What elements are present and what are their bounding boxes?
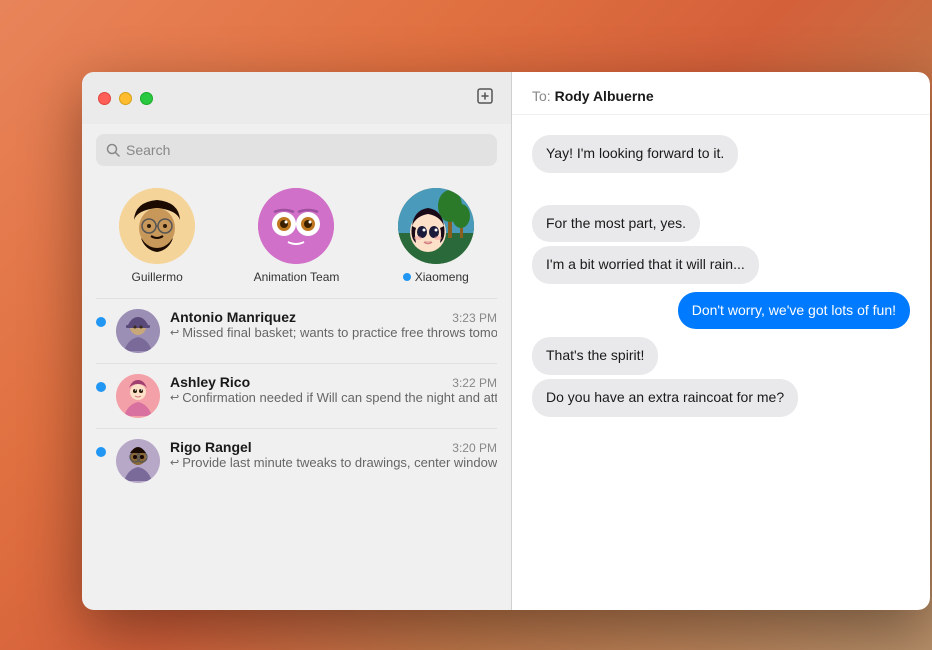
online-indicator-xiaomeng	[403, 273, 411, 281]
xiaomeng-avatar-image	[398, 188, 474, 264]
bubble-group-received-2: That's the spirit! Do you have an extra …	[532, 337, 910, 416]
bubble-5: That's the spirit!	[532, 337, 658, 375]
msg-header-ashley: Ashley Rico 3:22 PM	[170, 374, 497, 390]
bubble-2: For the most part, yes.	[532, 205, 700, 243]
search-icon	[106, 143, 120, 157]
pinned-contact-guillermo[interactable]: Guillermo	[119, 188, 195, 284]
msg-content-rigo: Rigo Rangel 3:20 PM ↩ Provide last minut…	[170, 439, 497, 470]
avatar-animation-team	[258, 188, 334, 264]
unread-indicator-antonio	[96, 317, 106, 327]
conversation-list-panel: Search	[82, 72, 512, 610]
bubble-3: I'm a bit worried that it will rain...	[532, 246, 759, 284]
msg-header-antonio: Antonio Manriquez 3:23 PM	[170, 309, 497, 325]
msg-content-ashley: Ashley Rico 3:22 PM ↩ Confirmation neede…	[170, 374, 497, 405]
pinned-name-xiaomeng: Xiaomeng	[403, 270, 469, 284]
search-bar[interactable]: Search	[96, 134, 497, 166]
to-label: To:	[532, 88, 551, 104]
pinned-name-animation-team: Animation Team	[254, 270, 340, 284]
pinned-contact-animation-team[interactable]: Animation Team	[254, 188, 340, 284]
preview-icon-ashley: ↩	[170, 391, 179, 404]
msg-name-antonio: Antonio Manriquez	[170, 309, 296, 325]
maximize-button[interactable]	[140, 92, 153, 105]
avatar-guillermo	[119, 188, 195, 264]
message-item-antonio[interactable]: Antonio Manriquez 3:23 PM ↩ Missed final…	[82, 299, 511, 363]
bubble-1: Yay! I'm looking forward to it.	[532, 135, 738, 173]
preview-icon-antonio: ↩	[170, 326, 179, 339]
msg-content-antonio: Antonio Manriquez 3:23 PM ↩ Missed final…	[170, 309, 497, 340]
pinned-contacts-row: Guillermo	[82, 176, 511, 298]
chat-header: To: Rody Albuerne	[512, 72, 930, 115]
spacer-1	[532, 181, 910, 197]
messages-window: Search	[82, 72, 930, 610]
minimize-button[interactable]	[119, 92, 132, 105]
titlebar	[82, 72, 511, 124]
avatar-rigo	[116, 439, 160, 483]
msg-time-ashley: 3:22 PM	[452, 376, 497, 390]
pinned-contact-xiaomeng[interactable]: Xiaomeng	[398, 188, 474, 284]
to-line: To: Rody Albuerne	[532, 88, 910, 104]
msg-preview-rigo: ↩ Provide last minute tweaks to drawings…	[170, 455, 497, 470]
animation-team-avatar-image	[258, 188, 334, 264]
pinned-name-guillermo: Guillermo	[132, 270, 183, 284]
search-placeholder: Search	[126, 142, 170, 158]
compose-icon	[475, 86, 495, 106]
chat-messages: Yay! I'm looking forward to it. For the …	[512, 115, 930, 610]
avatar-antonio	[116, 309, 160, 353]
unread-indicator-rigo	[96, 447, 106, 457]
msg-time-rigo: 3:20 PM	[452, 441, 497, 455]
guillermo-avatar-image	[119, 188, 195, 264]
message-item-rigo[interactable]: Rigo Rangel 3:20 PM ↩ Provide last minut…	[82, 429, 511, 493]
msg-name-ashley: Ashley Rico	[170, 374, 250, 390]
msg-preview-antonio: ↩ Missed final basket; wants to practice…	[170, 325, 497, 340]
recipient-name: Rody Albuerne	[555, 88, 654, 104]
traffic-lights	[98, 92, 153, 105]
message-list: Antonio Manriquez 3:23 PM ↩ Missed final…	[82, 299, 511, 610]
msg-time-antonio: 3:23 PM	[452, 311, 497, 325]
unread-indicator-ashley	[96, 382, 106, 392]
bubble-4: Don't worry, we've got lots of fun!	[678, 292, 910, 330]
close-button[interactable]	[98, 92, 111, 105]
msg-header-rigo: Rigo Rangel 3:20 PM	[170, 439, 497, 455]
compose-button[interactable]	[475, 86, 495, 111]
bubble-6: Do you have an extra raincoat for me?	[532, 379, 798, 417]
bubble-group-received: For the most part, yes. I'm a bit worrie…	[532, 205, 910, 284]
msg-name-rigo: Rigo Rangel	[170, 439, 252, 455]
avatar-xiaomeng	[398, 188, 474, 264]
bubble-group-sent: Don't worry, we've got lots of fun!	[532, 292, 910, 330]
preview-icon-rigo: ↩	[170, 456, 179, 469]
msg-preview-ashley: ↩ Confirmation needed if Will can spend …	[170, 390, 497, 405]
avatar-ashley	[116, 374, 160, 418]
message-item-ashley[interactable]: Ashley Rico 3:22 PM ↩ Confirmation neede…	[82, 364, 511, 428]
chat-panel: To: Rody Albuerne Yay! I'm looking forwa…	[512, 72, 930, 610]
